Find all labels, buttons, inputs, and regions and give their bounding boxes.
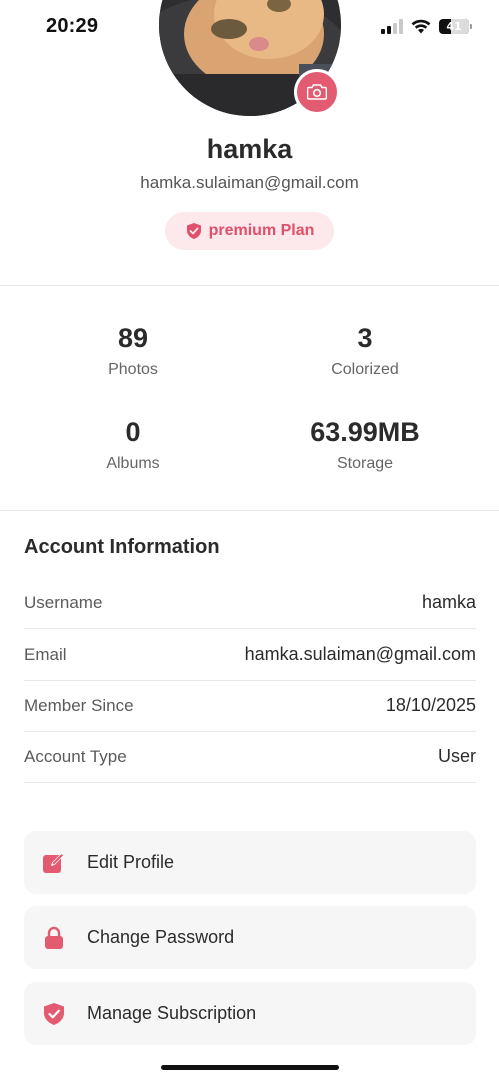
battery-percentage: 41: [446, 19, 462, 33]
profile-email: hamka.sulaiman@gmail.com: [140, 173, 359, 192]
status-icons: 41: [381, 18, 472, 34]
status-time: 20:29: [46, 15, 99, 37]
account-information-title: Account Information: [24, 536, 220, 558]
stat-value: 63.99MB: [310, 417, 420, 447]
edit-icon: [42, 851, 66, 875]
info-value: hamka: [421, 592, 476, 612]
info-label: Account Type: [24, 746, 127, 766]
action-label: Change Password: [87, 927, 235, 947]
stat-label: Storage: [336, 455, 394, 472]
manage-subscription-button[interactable]: Manage Subscription: [24, 982, 476, 1045]
stat-label: Photos: [108, 361, 158, 378]
action-label: Edit Profile: [87, 852, 175, 872]
stat-label: Albums: [106, 455, 160, 472]
info-label: Username: [24, 592, 103, 612]
info-label: Member Since: [24, 695, 134, 715]
info-row-member-since: Member Since 18/10/2025: [24, 680, 476, 732]
stat-colorized: 3 Colorized: [250, 321, 480, 379]
change-password-button[interactable]: Change Password: [24, 906, 476, 969]
battery-icon: 41: [439, 18, 472, 34]
stat-value: 3: [357, 323, 373, 353]
stat-value: 89: [117, 323, 149, 353]
plan-label: premium Plan: [208, 222, 315, 239]
stat-photos: 89 Photos: [18, 321, 248, 379]
stat-storage: 63.99MB Storage: [250, 415, 480, 473]
shield-check-icon: [42, 1002, 66, 1026]
stat-albums: 0 Albums: [18, 415, 248, 473]
stat-value: 0: [125, 417, 141, 447]
change-photo-button[interactable]: [294, 69, 340, 115]
home-indicator[interactable]: [161, 1065, 339, 1070]
divider: [0, 510, 499, 511]
edit-profile-button[interactable]: Edit Profile: [24, 831, 476, 894]
info-value: User: [437, 746, 476, 766]
stat-label: Colorized: [331, 361, 399, 378]
divider: [0, 285, 499, 286]
plan-badge: premium Plan: [165, 212, 334, 250]
info-row-account-type: Account Type User: [24, 731, 476, 783]
action-label: Manage Subscription: [87, 1003, 257, 1023]
status-bar: 20:29 41: [0, 0, 499, 56]
camera-icon: [307, 84, 327, 100]
cellular-signal-icon: [381, 18, 403, 34]
lock-icon: [42, 926, 66, 950]
info-row-username: Username hamka: [24, 577, 476, 629]
info-value: hamka.sulaiman@gmail.com: [244, 644, 476, 664]
info-row-email: Email hamka.sulaiman@gmail.com: [24, 629, 476, 681]
info-value: 18/10/2025: [385, 695, 476, 715]
shield-check-icon: [186, 223, 201, 239]
wifi-icon: [411, 19, 431, 34]
profile-name: hamka: [206, 134, 293, 164]
info-label: Email: [24, 644, 67, 664]
